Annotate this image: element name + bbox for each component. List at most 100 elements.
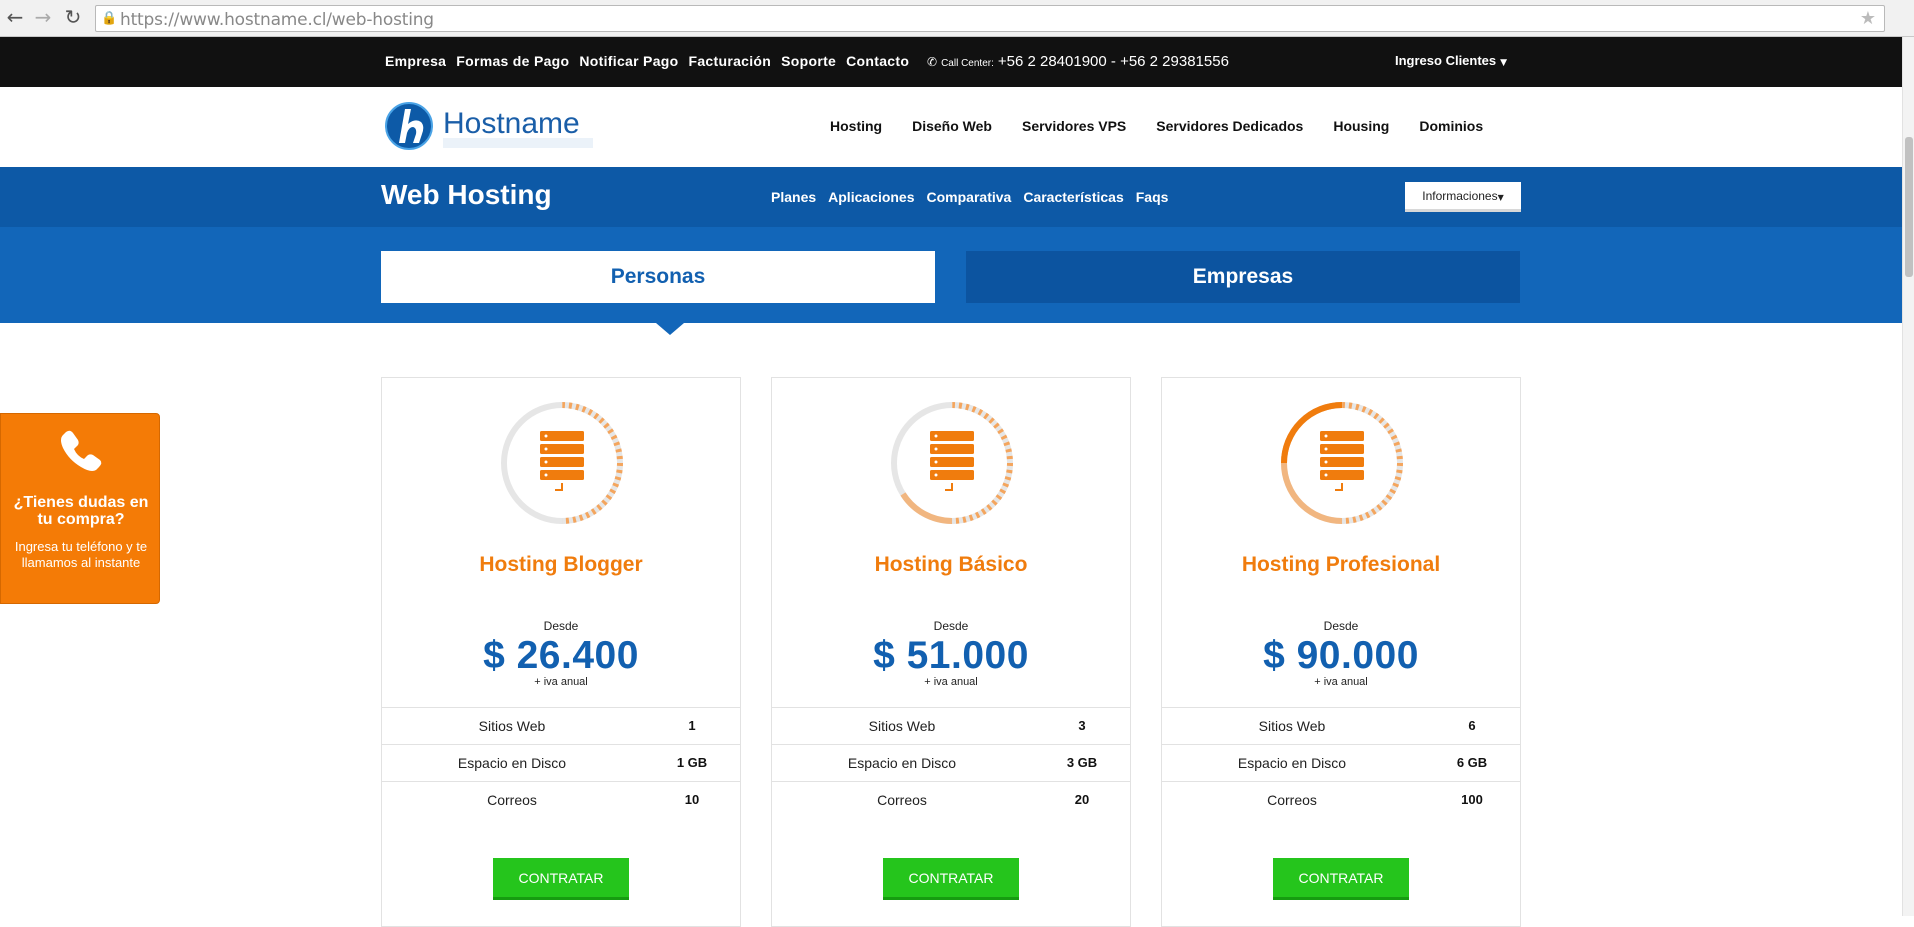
informaciones-dropdown[interactable]: Informaciones▼ (1405, 182, 1521, 212)
plan-specs: Sitios Web 1 Espacio en Disco 1 GB Correos… (382, 707, 740, 818)
spec-row: Sitios Web 1 (382, 707, 740, 744)
call-center: ✆ Call Center: +56 2 28401900 - +56 2 2938… (927, 53, 1229, 70)
callback-title: ¿Tienes dudas en tu compra? (13, 494, 149, 528)
logo-wordmark: Hostname (443, 107, 580, 140)
spec-label: Sitios Web (1258, 718, 1326, 734)
top-link-empresa[interactable]: Empresa (385, 53, 446, 69)
hostname-logo[interactable]: Hostname (385, 99, 595, 154)
spec-label: Correos (1267, 792, 1317, 808)
spec-value: 1 GB (676, 755, 708, 770)
server-cable (555, 483, 563, 491)
callback-widget[interactable]: ¿Tienes dudas en tu compra? Ingresa tu t… (0, 413, 160, 604)
spec-value: 3 (1078, 718, 1086, 733)
plan-price: $ 90.000 (1263, 634, 1419, 677)
page-scrollbar[interactable] (1902, 37, 1914, 916)
subnav-caracteristicas[interactable]: Características (1023, 189, 1123, 205)
top-link-facturacion[interactable]: Facturación (688, 53, 771, 69)
spec-row: Correos 10 (382, 781, 740, 818)
bookmark-star-icon[interactable]: ★ (1860, 8, 1876, 29)
plan-card-basico: Hosting Básico Desde $ 51.000 + iva anua… (771, 377, 1131, 927)
spec-label: Sitios Web (868, 718, 936, 734)
price-suffix: + iva anual (1314, 676, 1368, 688)
price-prefix: Desde (1323, 619, 1359, 633)
active-tab-pointer (656, 323, 684, 335)
server-led (1324, 460, 1328, 464)
spec-label: Sitios Web (478, 718, 546, 734)
subnav-planes[interactable]: Planes (771, 189, 816, 205)
main-nav: Hosting Diseño Web Servidores VPS Servid… (830, 118, 1483, 134)
spec-row: Espacio en Disco 1 GB (382, 744, 740, 781)
lock-icon: 🔒 (101, 11, 118, 26)
nav-dominios[interactable]: Dominios (1419, 118, 1483, 134)
server-gauge-icon (1280, 401, 1404, 525)
top-link-soporte[interactable]: Soporte (781, 53, 836, 69)
top-link-contacto[interactable]: Contacto (846, 53, 909, 69)
server-led (544, 460, 548, 464)
nav-diseno-web[interactable]: Diseño Web (912, 118, 992, 134)
server-led (544, 434, 548, 438)
contratar-button[interactable]: CONTRATAR (1273, 858, 1409, 900)
price-suffix: + iva anual (924, 676, 978, 688)
price-suffix: + iva anual (534, 676, 588, 688)
plan-title: Hosting Básico (874, 553, 1028, 576)
spec-value: 20 (1074, 792, 1090, 807)
spec-row: Espacio en Disco 6 GB (1162, 744, 1520, 781)
nav-hosting[interactable]: Hosting (830, 118, 882, 134)
call-center-label: Call Center: (941, 58, 994, 69)
server-gauge-icon (500, 401, 624, 525)
forward-icon[interactable]: → (32, 6, 54, 28)
contratar-button[interactable]: CONTRATAR (493, 858, 629, 900)
subnav-faqs[interactable]: Faqs (1136, 189, 1169, 205)
back-icon[interactable]: ← (4, 6, 26, 28)
section-bar: Web Hosting Planes Aplicaciones Comparat… (0, 167, 1902, 227)
server-led (1324, 473, 1328, 477)
nav-housing[interactable]: Housing (1333, 118, 1389, 134)
client-login-dropdown[interactable]: Ingreso Clientes ▼ (1395, 53, 1507, 68)
call-center-phones: +56 2 28401900 - +56 2 29381556 (997, 53, 1229, 70)
spec-label: Correos (487, 792, 537, 808)
tab-personas[interactable]: Personas (381, 251, 935, 303)
subnav-aplicaciones[interactable]: Aplicaciones (828, 189, 914, 205)
plan-card-profesional: Hosting Profesional Desde $ 90.000 + iva… (1161, 377, 1521, 927)
spec-value: 6 (1468, 718, 1476, 733)
spec-value: 1 (688, 718, 696, 733)
caret-down-icon: ▼ (1497, 193, 1504, 202)
page-title: Web Hosting (381, 179, 552, 210)
spec-value: 3 GB (1066, 755, 1098, 770)
phone-icon: ✆ (927, 55, 938, 69)
subnav-comparativa[interactable]: Comparativa (927, 189, 1012, 205)
server-cable (1335, 483, 1343, 491)
spec-row: Sitios Web 6 (1162, 707, 1520, 744)
contratar-button[interactable]: CONTRATAR (883, 858, 1019, 900)
spec-row: Correos 100 (1162, 781, 1520, 818)
client-login-label: Ingreso Clientes (1395, 53, 1497, 68)
address-bar[interactable]: 🔒 https://www.hostname.cl/web-hosting ★ (95, 5, 1885, 32)
server-led (934, 460, 938, 464)
scrollbar-thumb[interactable] (1905, 137, 1913, 277)
server-led (544, 473, 548, 477)
spec-label: Correos (877, 792, 927, 808)
reload-icon[interactable]: ↻ (62, 6, 84, 28)
top-link-formas-pago[interactable]: Formas de Pago (456, 53, 569, 69)
browser-toolbar: ← → ↻ 🔒 https://www.hostname.cl/web-host… (0, 0, 1914, 37)
price-prefix: Desde (933, 619, 969, 633)
spec-label: Espacio en Disco (457, 755, 567, 771)
nav-servidores-dedicados[interactable]: Servidores Dedicados (1156, 118, 1303, 134)
top-link-notificar-pago[interactable]: Notificar Pago (579, 53, 678, 69)
plan-title: Hosting Blogger (479, 553, 643, 576)
informaciones-label: Informaciones (1422, 189, 1498, 203)
server-led (934, 447, 938, 451)
site-header: Hostname Hosting Diseño Web Servidores V… (0, 87, 1902, 167)
spec-label: Espacio en Disco (847, 755, 957, 771)
plan-specs: Sitios Web 3 Espacio en Disco 3 GB Correos… (772, 707, 1130, 818)
callback-text: Ingresa tu teléfono y te llamamos al ins… (14, 539, 148, 570)
server-led (934, 473, 938, 477)
spec-value: 10 (684, 792, 700, 807)
sub-nav: Planes Aplicaciones Comparativa Caracter… (771, 189, 1168, 205)
server-led (1324, 447, 1328, 451)
nav-servidores-vps[interactable]: Servidores VPS (1022, 118, 1126, 134)
plan-specs: Sitios Web 6 Espacio en Disco 6 GB Correos… (1162, 707, 1520, 818)
plan-card-blogger: Hosting Blogger Desde $ 26.400 + iva anu… (381, 377, 741, 927)
spec-row: Correos 20 (772, 781, 1130, 818)
tab-empresas[interactable]: Empresas (966, 251, 1520, 303)
